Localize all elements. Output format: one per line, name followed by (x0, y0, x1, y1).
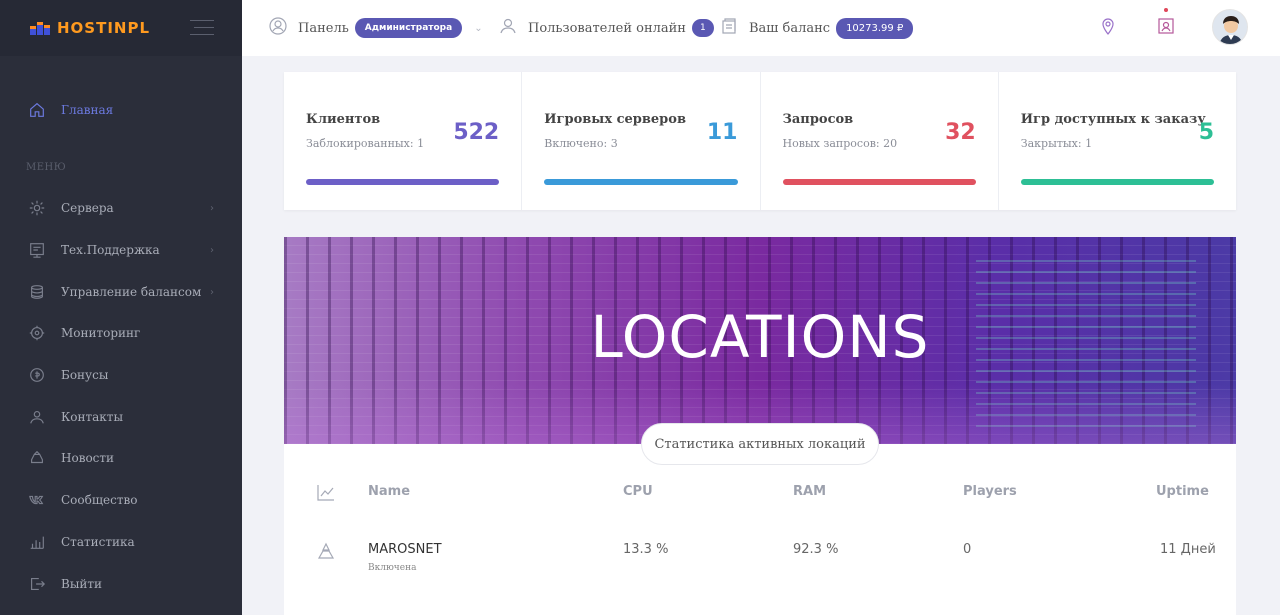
sidebar-item-bonuses[interactable]: Бонусы (0, 364, 242, 386)
location-cpu: 13.3 % (623, 542, 669, 557)
home-icon (28, 101, 46, 119)
stat-value: 11 (706, 120, 738, 145)
stat-subtitle: Закрытых: 1 (1020, 137, 1093, 150)
contact-book-icon (1156, 8, 1176, 40)
location-pin-icon (1098, 16, 1118, 40)
panel-label: Панель (298, 20, 349, 36)
column-header-players: Players (963, 484, 1017, 499)
server-icon (28, 199, 46, 217)
stat-progress-bar (1020, 179, 1214, 185)
sidebar-item-servers[interactable]: Сервера › (0, 197, 242, 219)
bonus-icon (28, 366, 46, 384)
logo-icon (30, 21, 52, 35)
users-online-label: Пользователей онлайн (528, 20, 686, 36)
avatar[interactable] (1212, 9, 1248, 45)
wallet-icon (719, 16, 739, 40)
banner-title: LOCATIONS (590, 303, 930, 371)
tab-active-locations[interactable]: Статистика активных локаций (641, 423, 879, 465)
stats-icon (28, 533, 46, 551)
brand-name[interactable]: HOSTINPL (57, 19, 150, 37)
column-header-uptime: Uptime (1156, 484, 1209, 499)
sidebar-item-label: Управление балансом (61, 285, 202, 299)
location-players: 0 (963, 542, 972, 557)
sidebar-item-label: Статистика (61, 535, 135, 549)
sidebar-item-contacts[interactable]: Контакты (0, 406, 242, 428)
location-uptime: 11 Дней (1160, 542, 1216, 557)
notification-dot (1164, 8, 1168, 12)
stat-value: 32 (945, 120, 976, 145)
sidebar-item-support[interactable]: Тех.Поддержка › (0, 239, 242, 261)
sidebar-item-label: Новости (61, 451, 115, 465)
sidebar-item-label: Выйти (61, 577, 103, 591)
sidebar-item-label: Главная (61, 103, 114, 117)
column-header-name: Name (368, 484, 411, 499)
support-icon (28, 241, 46, 259)
stat-value: 522 (453, 120, 500, 145)
vk-icon (28, 491, 46, 509)
stats-panel: Клиентов Заблокированных: 1 522 Игровых … (284, 72, 1236, 210)
sidebar: HOSTINPL Главная МЕНЮ Сервера › Тех.Подд… (0, 0, 242, 615)
sidebar-item-label: Контакты (61, 410, 123, 424)
sidebar-item-statistics[interactable]: Статистика (0, 531, 242, 553)
location-button[interactable] (1098, 0, 1118, 56)
sidebar-item-monitoring[interactable]: Мониторинг (0, 322, 242, 344)
chart-line-icon (316, 482, 336, 506)
stat-title: Игр доступных к заказу (1020, 112, 1206, 127)
sidebar-item-home[interactable]: Главная (0, 99, 242, 121)
chevron-down-icon[interactable]: ⌄ (474, 23, 482, 34)
stat-progress-bar (544, 179, 738, 185)
location-ram: 92.3 % (793, 542, 839, 557)
chevron-right-icon: › (210, 286, 214, 298)
balance-label: Ваш баланс (749, 20, 831, 36)
stat-card-clients: Клиентов Заблокированных: 1 522 (284, 72, 523, 210)
chevron-right-icon: › (210, 244, 214, 256)
chevron-right-icon: › (210, 202, 214, 214)
balance: Ваш баланс 10273.99 ₽ (719, 0, 914, 56)
panel-role-menu[interactable]: Панель Администратора ⌄ (268, 0, 483, 56)
stat-value: 5 (1198, 120, 1214, 145)
locations-banner: LOCATIONS (284, 237, 1236, 444)
sidebar-item-community[interactable]: Сообщество (0, 489, 242, 511)
sidebar-item-label: Тех.Поддержка (61, 243, 160, 257)
monitoring-icon (28, 324, 46, 342)
contacts-button[interactable] (1156, 0, 1176, 56)
column-header-ram: RAM (793, 484, 827, 499)
role-badge: Администратора (354, 18, 463, 38)
top-bar: Панель Администратора ⌄ Пользователей он… (242, 0, 1280, 56)
location-name[interactable]: MAROSNET (368, 542, 442, 557)
location-icon (316, 541, 336, 565)
sidebar-item-balance[interactable]: Управление балансом › (0, 281, 242, 303)
news-icon (28, 449, 46, 467)
user-circle-icon (268, 16, 288, 40)
menu-caption: МЕНЮ (26, 162, 67, 173)
sidebar-item-logout[interactable]: Выйти (0, 573, 242, 595)
coins-icon (28, 283, 46, 301)
users-online: Пользователей онлайн 1 (498, 0, 714, 56)
menu-toggle-icon[interactable] (190, 20, 214, 36)
sidebar-item-label: Бонусы (61, 368, 109, 382)
location-status: Включена (368, 563, 417, 573)
stat-progress-bar (782, 179, 976, 185)
logout-icon (28, 575, 46, 593)
stat-card-requests: Запросов Новых запросов: 20 32 (761, 72, 999, 210)
column-header-cpu: CPU (623, 484, 653, 499)
stat-card-game-servers: Игровых серверов Включено: 3 11 (522, 72, 761, 210)
stat-card-games: Игр доступных к заказу Закрытых: 1 5 (999, 72, 1236, 210)
users-icon (498, 16, 518, 40)
sidebar-item-label: Сообщество (61, 493, 138, 507)
locations-table (284, 444, 1236, 615)
sidebar-item-news[interactable]: Новости (0, 447, 242, 469)
sidebar-item-label: Сервера (61, 201, 114, 215)
stat-progress-bar (306, 179, 500, 185)
contacts-icon (28, 408, 46, 426)
balance-value: 10273.99 ₽ (836, 17, 914, 39)
users-online-count: 1 (691, 19, 714, 37)
logo-bar: HOSTINPL (0, 0, 242, 56)
sidebar-item-label: Мониторинг (61, 326, 141, 340)
